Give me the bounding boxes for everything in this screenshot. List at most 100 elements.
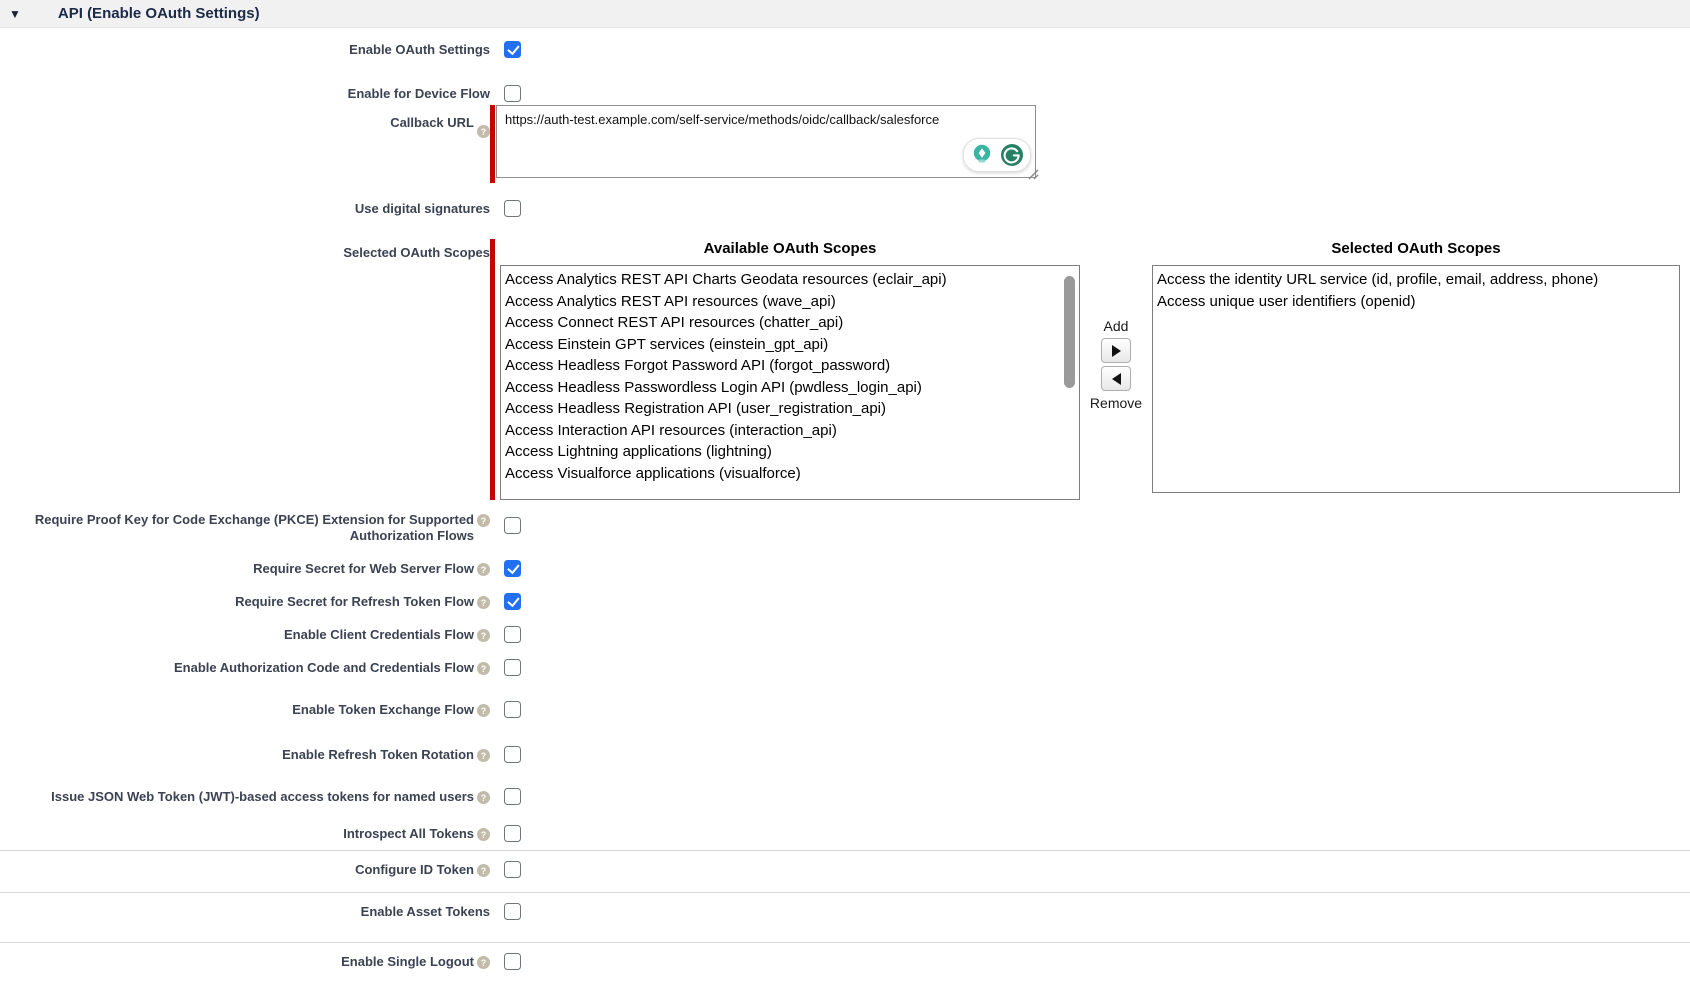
pkce-checkbox[interactable] bbox=[504, 517, 521, 534]
single-logout-checkbox[interactable] bbox=[504, 953, 521, 970]
pkce-label: Require Proof Key for Code Exchange (PKC… bbox=[34, 512, 474, 544]
token-exchange-label: Enable Token Exchange Flow bbox=[292, 702, 474, 718]
device-flow-label: Enable for Device Flow bbox=[348, 86, 490, 102]
scope-option[interactable]: Access Analytics REST API resources (wav… bbox=[505, 291, 1079, 313]
secret-refresh-token-label: Require Secret for Refresh Token Flow bbox=[235, 594, 474, 610]
section-title: API (Enable OAuth Settings) bbox=[58, 5, 260, 22]
scope-option[interactable]: Access Interaction API resources (intera… bbox=[505, 420, 1079, 442]
row-secret-web-server: Require Secret for Web Server Flow bbox=[0, 559, 1690, 577]
introspect-tokens-label: Introspect All Tokens bbox=[343, 826, 474, 842]
selected-scopes-title: Selected OAuth Scopes bbox=[1152, 239, 1680, 259]
callback-url-label: Callback URL bbox=[390, 115, 474, 131]
scope-option[interactable]: Access Visualforce applications (visualf… bbox=[505, 463, 1079, 485]
remove-scope-button[interactable] bbox=[1101, 366, 1131, 391]
help-icon[interactable] bbox=[477, 791, 490, 804]
help-icon[interactable] bbox=[477, 956, 490, 969]
arrow-left-icon bbox=[1112, 373, 1121, 385]
row-jwt-tokens: Issue JSON Web Token (JWT)-based access … bbox=[0, 787, 1690, 805]
available-scopes-column: Available OAuth Scopes Access Analytics … bbox=[500, 239, 1080, 500]
available-scopes-listbox[interactable]: Access Analytics REST API Charts Geodata… bbox=[500, 265, 1080, 500]
oauth-scopes-label: Selected OAuth Scopes bbox=[343, 245, 490, 261]
divider bbox=[0, 892, 1690, 893]
auth-code-credentials-checkbox[interactable] bbox=[504, 659, 521, 676]
client-credentials-label: Enable Client Credentials Flow bbox=[284, 627, 474, 643]
scope-option[interactable]: Access the identity URL service (id, pro… bbox=[1157, 269, 1679, 291]
secret-web-server-label: Require Secret for Web Server Flow bbox=[253, 561, 474, 577]
oauth-scopes-picker: Available OAuth Scopes Access Analytics … bbox=[490, 239, 1680, 500]
jwt-tokens-checkbox[interactable] bbox=[504, 788, 521, 805]
help-icon[interactable] bbox=[477, 629, 490, 642]
row-introspect-tokens: Introspect All Tokens bbox=[0, 824, 1690, 842]
asset-tokens-checkbox[interactable] bbox=[504, 903, 521, 920]
secret-web-server-checkbox[interactable] bbox=[504, 560, 521, 577]
row-callback-url: Callback URL https://auth-test.example.c… bbox=[0, 105, 1690, 183]
scope-option[interactable]: Access Headless Forgot Password API (for… bbox=[505, 355, 1079, 377]
help-icon[interactable] bbox=[477, 125, 490, 138]
add-scope-button[interactable] bbox=[1101, 338, 1131, 363]
device-flow-checkbox[interactable] bbox=[504, 85, 521, 102]
collapse-triangle-icon[interactable]: ▼ bbox=[9, 8, 21, 20]
grammarly-icon[interactable] bbox=[999, 142, 1025, 168]
selected-scopes-column: Selected OAuth Scopes Access the identit… bbox=[1152, 239, 1680, 500]
row-token-exchange: Enable Token Exchange Flow bbox=[0, 700, 1690, 718]
scope-option[interactable]: Access Headless Registration API (user_r… bbox=[505, 398, 1079, 420]
single-logout-label: Enable Single Logout bbox=[341, 954, 474, 970]
add-remove-column: Add Remove bbox=[1080, 317, 1152, 500]
resize-handle-icon[interactable] bbox=[1026, 167, 1039, 180]
row-client-credentials: Enable Client Credentials Flow bbox=[0, 625, 1690, 643]
row-pkce: Require Proof Key for Code Exchange (PKC… bbox=[0, 510, 1690, 544]
help-icon[interactable] bbox=[477, 662, 490, 675]
callback-url-input[interactable]: https://auth-test.example.com/self-servi… bbox=[496, 105, 1036, 178]
available-scopes-title: Available OAuth Scopes bbox=[500, 239, 1080, 259]
oauth-settings-form: Enable OAuth Settings Enable for Device … bbox=[0, 40, 1690, 970]
lightbulb-extension-icon[interactable] bbox=[969, 142, 995, 168]
row-enable-oauth: Enable OAuth Settings bbox=[0, 40, 1690, 58]
scope-option[interactable]: Access Lightning applications (lightning… bbox=[505, 441, 1079, 463]
selected-scopes-listbox[interactable]: Access the identity URL service (id, pro… bbox=[1152, 265, 1680, 493]
row-asset-tokens: Enable Asset Tokens bbox=[0, 902, 1690, 920]
scope-option[interactable]: Access unique user identifiers (openid) bbox=[1157, 291, 1679, 313]
required-bar: https://auth-test.example.com/self-servi… bbox=[490, 105, 1042, 183]
jwt-tokens-label: Issue JSON Web Token (JWT)-based access … bbox=[51, 789, 474, 805]
scope-option[interactable]: Access Connect REST API resources (chatt… bbox=[505, 312, 1079, 334]
configure-id-token-checkbox[interactable] bbox=[504, 861, 521, 878]
scrollbar-thumb[interactable] bbox=[1064, 276, 1075, 388]
scope-option[interactable]: Access Analytics REST API Charts Geodata… bbox=[505, 269, 1079, 291]
token-exchange-checkbox[interactable] bbox=[504, 701, 521, 718]
row-auth-code-credentials: Enable Authorization Code and Credential… bbox=[0, 658, 1690, 676]
row-single-logout: Enable Single Logout bbox=[0, 952, 1690, 970]
add-label: Add bbox=[1104, 317, 1129, 335]
asset-tokens-label: Enable Asset Tokens bbox=[361, 904, 490, 920]
secret-refresh-token-checkbox[interactable] bbox=[504, 593, 521, 610]
help-icon[interactable] bbox=[477, 749, 490, 762]
help-icon[interactable] bbox=[477, 704, 490, 717]
help-icon[interactable] bbox=[477, 864, 490, 877]
section-header: ▼ API (Enable OAuth Settings) bbox=[0, 0, 1690, 28]
help-icon[interactable] bbox=[477, 563, 490, 576]
scope-option[interactable]: Access Headless Passwordless Login API (… bbox=[505, 377, 1079, 399]
introspect-tokens-checkbox[interactable] bbox=[504, 825, 521, 842]
refresh-token-rotation-checkbox[interactable] bbox=[504, 746, 521, 763]
refresh-token-rotation-label: Enable Refresh Token Rotation bbox=[282, 747, 474, 763]
auth-code-credentials-label: Enable Authorization Code and Credential… bbox=[174, 660, 474, 676]
row-device-flow: Enable for Device Flow bbox=[0, 84, 1690, 102]
enable-oauth-checkbox[interactable] bbox=[504, 41, 521, 58]
client-credentials-checkbox[interactable] bbox=[504, 626, 521, 643]
help-icon[interactable] bbox=[477, 596, 490, 609]
row-secret-refresh-token: Require Secret for Refresh Token Flow bbox=[0, 592, 1690, 610]
help-icon[interactable] bbox=[477, 514, 490, 527]
arrow-right-icon bbox=[1112, 345, 1121, 357]
row-digital-signatures: Use digital signatures bbox=[0, 199, 1690, 217]
scope-option[interactable]: Access Einstein GPT services (einstein_g… bbox=[505, 334, 1079, 356]
divider bbox=[0, 850, 1690, 851]
row-oauth-scopes: Selected OAuth Scopes Available OAuth Sc… bbox=[0, 239, 1690, 500]
help-icon[interactable] bbox=[477, 828, 490, 841]
digital-signatures-checkbox[interactable] bbox=[504, 200, 521, 217]
configure-id-token-label: Configure ID Token bbox=[355, 862, 474, 878]
row-configure-id-token: Configure ID Token bbox=[0, 860, 1690, 878]
browser-extension-pill bbox=[963, 138, 1031, 172]
digital-signatures-label: Use digital signatures bbox=[355, 201, 490, 217]
divider bbox=[0, 942, 1690, 943]
row-refresh-token-rotation: Enable Refresh Token Rotation bbox=[0, 745, 1690, 763]
remove-label: Remove bbox=[1090, 394, 1142, 412]
